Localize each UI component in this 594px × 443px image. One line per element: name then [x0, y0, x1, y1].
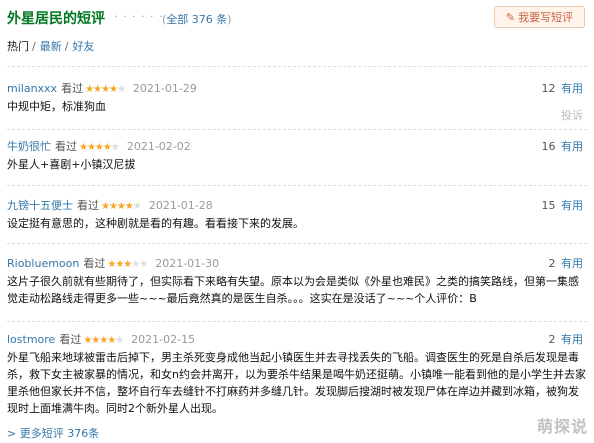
title-dots: · · · · · ·	[114, 10, 164, 23]
useful-button[interactable]: 有用	[561, 257, 583, 270]
all-comments-link[interactable]: 全部 376 条	[166, 13, 227, 26]
divider	[7, 66, 587, 67]
section-title: 外星居民的短评	[7, 11, 105, 27]
more-comments-link[interactable]: > 更多短评 376条	[7, 425, 99, 441]
comment-user[interactable]: milanxxx	[7, 82, 57, 95]
rating-stars: ★★★★★	[101, 201, 142, 212]
comment-text: 外星飞船来地球被雷击后掉下，男主杀死变身成他当起小镇医生并去寻找丢失的飞船。调查…	[7, 351, 586, 415]
comment-text: 设定挺有意思的，这种剧就是看的有趣。看看接下来的发展。	[7, 217, 304, 230]
divider	[7, 243, 587, 244]
comment-date: 2021-01-28	[148, 199, 213, 212]
comment-item: lostmore 看过 ★★★★★ 2021-02-15 2 有用 外星飞船来地球被雷…	[7, 333, 586, 415]
total-count: (全部 376 条)	[162, 13, 232, 26]
pencil-icon: ✎	[505, 10, 516, 24]
comment-text: 中规中矩，标准狗血	[7, 100, 106, 113]
tab-friends[interactable]: 好友	[72, 38, 94, 54]
comment-item: Riobluemoon 看过 ★★★★★ 2021-01-30 2 有用 这片子很久前…	[7, 255, 587, 307]
write-comment-label: 我要写短评	[518, 11, 574, 24]
useful-button[interactable]: 有用	[561, 82, 583, 95]
vote-count: 2 有用	[548, 333, 584, 346]
rating-stars: ★★★★★	[107, 259, 148, 270]
tab-hot[interactable]: 热门	[7, 38, 29, 54]
comment-user[interactable]: lostmore	[7, 333, 55, 346]
comment-text: 这片子很久前就有些期待了，但实际看下来略有失望。原本以为会是类似《外星也难民》之…	[7, 275, 579, 305]
comment-date: 2021-02-02	[126, 140, 191, 153]
write-comment-button[interactable]: ✎ 我要写短评	[494, 6, 585, 28]
comment-date: 2021-01-29	[132, 82, 197, 95]
comment-item: milanxxx 看过 ★★★★★ 2021-01-29 12 有用 中规中矩，标准狗…	[7, 80, 587, 122]
chevron-right-icon: >	[7, 427, 17, 440]
divider	[7, 129, 587, 130]
comment-date: 2021-01-30	[155, 257, 220, 270]
sort-tabs: 热门 / 最新 / 好友	[7, 38, 95, 54]
vote-count: 2 有用	[548, 257, 584, 270]
rating-stars: ★★★★★	[79, 142, 120, 153]
rating-stars: ★★★★★	[83, 335, 124, 346]
comment-user[interactable]: 九镑十五便士	[7, 199, 73, 212]
report-link[interactable]: 投诉	[561, 107, 583, 123]
watermark: 萌探说	[536, 417, 588, 436]
useful-button[interactable]: 有用	[561, 199, 583, 212]
tab-latest[interactable]: 最新	[40, 38, 62, 54]
comments-header: 外星居民的短评 · · · · · · (全部 376 条) ✎ 我要写短评	[7, 6, 587, 30]
comment-item: 九镑十五便士 看过 ★★★★★ 2021-01-28 15 有用 设定挺有意思的，这种…	[7, 197, 587, 232]
comment-text: 外星人+喜剧+小镇汉尼拔	[7, 158, 136, 171]
vote-count: 12 有用	[541, 82, 584, 95]
comment-user[interactable]: Riobluemoon	[7, 257, 79, 270]
divider	[7, 321, 587, 322]
vote-count: 15 有用	[541, 199, 584, 212]
useful-button[interactable]: 有用	[561, 140, 583, 153]
comment-date: 2021-02-15	[131, 333, 196, 346]
comment-item: 牛奶很忙 看过 ★★★★★ 2021-02-02 16 有用 外星人+喜剧+小镇汉尼拔	[7, 138, 587, 173]
vote-count: 16 有用	[541, 140, 584, 153]
rating-stars: ★★★★★	[85, 84, 126, 95]
divider	[7, 185, 587, 186]
useful-button[interactable]: 有用	[561, 333, 583, 346]
comment-user[interactable]: 牛奶很忙	[7, 140, 51, 153]
